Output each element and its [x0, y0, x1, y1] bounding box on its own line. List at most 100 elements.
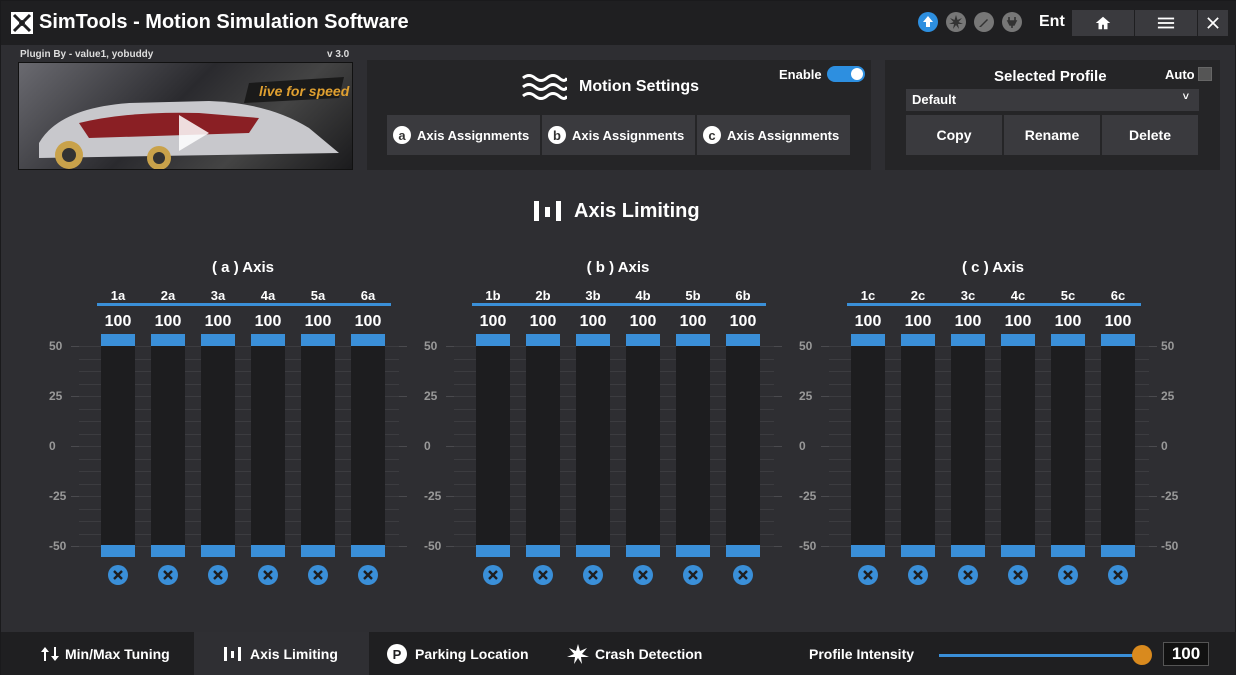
upper-limit-handle[interactable] [576, 334, 610, 346]
reset-channel-button[interactable] [1108, 565, 1128, 585]
reset-channel-button[interactable] [358, 565, 378, 585]
reset-channel-button[interactable] [1058, 565, 1078, 585]
upper-limit-handle[interactable] [151, 334, 185, 346]
axis-limit-slider[interactable] [1051, 334, 1085, 557]
upper-limit-handle[interactable] [201, 334, 235, 346]
reset-channel-button[interactable] [108, 565, 128, 585]
upper-limit-handle[interactable] [951, 334, 985, 346]
upper-limit-handle[interactable] [901, 334, 935, 346]
lower-limit-handle[interactable] [1001, 545, 1035, 557]
axis-limit-slider[interactable] [476, 334, 510, 557]
lower-limit-handle[interactable] [476, 545, 510, 557]
lower-limit-handle[interactable] [951, 545, 985, 557]
reset-channel-button[interactable] [958, 565, 978, 585]
upper-limit-handle[interactable] [1001, 334, 1035, 346]
enable-toggle[interactable] [827, 66, 865, 82]
lower-limit-handle[interactable] [851, 545, 885, 557]
home-button[interactable] [1072, 10, 1134, 36]
upper-limit-handle[interactable] [101, 334, 135, 346]
upper-limit-handle[interactable] [626, 334, 660, 346]
delete-button[interactable]: Delete [1102, 115, 1198, 155]
axis-limit-slider[interactable] [251, 334, 285, 557]
axis-limit-slider[interactable] [151, 334, 185, 557]
reset-channel-button[interactable] [858, 565, 878, 585]
upper-limit-handle[interactable] [526, 334, 560, 346]
upper-limit-handle[interactable] [251, 334, 285, 346]
reset-channel-button[interactable] [308, 565, 328, 585]
lower-limit-handle[interactable] [151, 545, 185, 557]
upper-limit-handle[interactable] [851, 334, 885, 346]
intensity-slider-track[interactable] [939, 654, 1139, 657]
reset-channel-button[interactable] [483, 565, 503, 585]
lower-limit-handle[interactable] [201, 545, 235, 557]
game-thumbnail[interactable]: live for speed [18, 62, 353, 170]
reset-channel-button[interactable] [583, 565, 603, 585]
close-icon [313, 570, 323, 580]
reset-channel-button[interactable] [633, 565, 653, 585]
axis-assignments-b-button[interactable]: b Axis Assignments [542, 115, 695, 155]
lower-limit-handle[interactable] [251, 545, 285, 557]
axis-limit-slider[interactable] [851, 334, 885, 557]
lower-limit-handle[interactable] [351, 545, 385, 557]
tab-crash-detection[interactable]: Crash Detection [567, 632, 727, 675]
axis-limit-slider[interactable] [576, 334, 610, 557]
reset-channel-button[interactable] [208, 565, 228, 585]
lower-limit-handle[interactable] [626, 545, 660, 557]
close-icon [538, 570, 548, 580]
axis-limit-slider[interactable] [301, 334, 335, 557]
lower-limit-handle[interactable] [726, 545, 760, 557]
auto-checkbox[interactable] [1198, 67, 1212, 81]
lower-limit-handle[interactable] [301, 545, 335, 557]
axis-limit-slider[interactable] [351, 334, 385, 557]
axis-limit-slider[interactable] [626, 334, 660, 557]
tab-parking-location[interactable]: P Parking Location [387, 632, 557, 675]
menu-button[interactable] [1135, 10, 1197, 36]
rename-button[interactable]: Rename [1004, 115, 1100, 155]
crash-icon[interactable] [946, 12, 966, 32]
axis-assignments-c-button[interactable]: c Axis Assignments [697, 115, 850, 155]
upper-limit-handle[interactable] [1101, 334, 1135, 346]
copy-button[interactable]: Copy [906, 115, 1002, 155]
tab-axis-limiting[interactable]: Axis Limiting [194, 632, 369, 675]
tab-min-max-tuning[interactable]: Min/Max Tuning [21, 632, 193, 675]
intensity-value-field[interactable]: 100 [1163, 642, 1209, 666]
reset-channel-button[interactable] [533, 565, 553, 585]
reset-channel-button[interactable] [908, 565, 928, 585]
upper-limit-handle[interactable] [351, 334, 385, 346]
channel-label: 6a [360, 288, 376, 303]
lower-limit-handle[interactable] [1051, 545, 1085, 557]
reset-channel-button[interactable] [158, 565, 178, 585]
lower-limit-handle[interactable] [576, 545, 610, 557]
lower-limit-handle[interactable] [1101, 545, 1135, 557]
plug-icon[interactable] [1002, 12, 1022, 32]
upper-limit-handle[interactable] [301, 334, 335, 346]
close-button[interactable] [1198, 10, 1228, 36]
upload-icon[interactable] [918, 12, 938, 32]
axis-limit-slider[interactable] [201, 334, 235, 557]
lower-limit-handle[interactable] [101, 545, 135, 557]
axis-limit-slider[interactable] [1101, 334, 1135, 557]
tick-label: -25 [799, 489, 817, 503]
profile-dropdown[interactable]: Default ˅ [906, 89, 1199, 111]
axis-limit-slider[interactable] [726, 334, 760, 557]
axis-assignments-a-button[interactable]: a Axis Assignments [387, 115, 540, 155]
reset-channel-button[interactable] [733, 565, 753, 585]
axis-limit-slider[interactable] [526, 334, 560, 557]
reset-channel-button[interactable] [683, 565, 703, 585]
axis-limit-slider[interactable] [1001, 334, 1035, 557]
axis-limit-slider[interactable] [951, 334, 985, 557]
reset-channel-button[interactable] [258, 565, 278, 585]
pencil-icon[interactable] [974, 12, 994, 32]
upper-limit-handle[interactable] [1051, 334, 1085, 346]
lower-limit-handle[interactable] [676, 545, 710, 557]
reset-channel-button[interactable] [1008, 565, 1028, 585]
axis-limit-slider[interactable] [676, 334, 710, 557]
intensity-slider-knob[interactable] [1132, 645, 1152, 665]
axis-limit-slider[interactable] [101, 334, 135, 557]
lower-limit-handle[interactable] [526, 545, 560, 557]
upper-limit-handle[interactable] [476, 334, 510, 346]
upper-limit-handle[interactable] [726, 334, 760, 346]
axis-limit-slider[interactable] [901, 334, 935, 557]
lower-limit-handle[interactable] [901, 545, 935, 557]
upper-limit-handle[interactable] [676, 334, 710, 346]
